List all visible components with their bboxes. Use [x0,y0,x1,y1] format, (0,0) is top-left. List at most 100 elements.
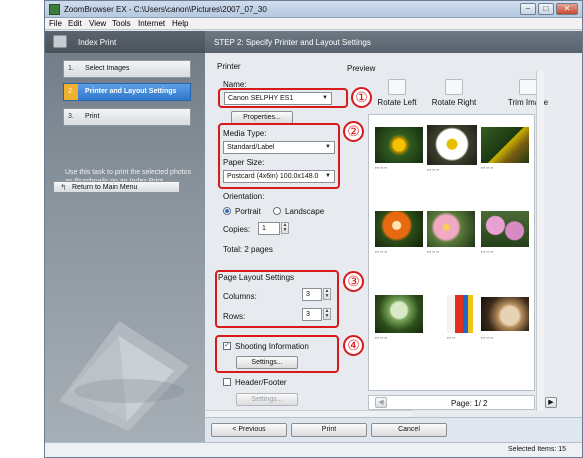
copies-label: Copies: [223,225,251,234]
chevron-down-icon: ▼ [325,144,331,150]
landscape-radio[interactable] [273,207,281,215]
header-footer-settings-button[interactable]: Settings... [236,393,298,406]
thumbnail-caption: ▪▪▪ ▪▪ ▪▪ [427,167,440,172]
thumbnail-image[interactable] [447,295,473,333]
rows-stepper[interactable]: ▲ ▼ [323,308,331,320]
rotate-left-button[interactable]: Rotate Left [377,79,417,107]
step-header: STEP 2: Specify Printer and Layout Setti… [205,31,582,53]
rows-input[interactable]: 3 [302,308,322,321]
envelope-printer-art [59,321,189,431]
rotate-right-button[interactable]: Rotate Right [429,79,479,107]
preview-section-label: Preview [347,64,376,73]
page-layout-section-label: Page Layout Settings [218,273,295,282]
thumbnail-image[interactable] [481,127,529,163]
rotate-right-label: Rotate Right [431,98,477,107]
thumbnail-image[interactable] [375,127,423,163]
rotate-right-icon [445,79,463,95]
page-navigator: ◀ Page: 1/ 2 ▶ [368,395,557,410]
maximize-button[interactable]: □ [538,3,554,15]
cancel-button[interactable]: Cancel [371,423,447,437]
page-indicator: Page: 1/ 2 [451,399,488,408]
app-window: ZoomBrowser EX - C:\Users\canon\Pictures… [44,0,583,458]
annotation-box-1 [218,88,348,108]
landscape-label: Landscape [285,207,325,216]
menu-bar: File Edit View Tools Internet Help [45,18,582,30]
return-arrow-icon: ↰ [60,183,67,192]
copies-input[interactable]: 1 [258,222,280,235]
step-select-images[interactable]: 1. Select Images [63,60,191,78]
step-print[interactable]: 3. Print [63,108,191,126]
task-panel: Index Print 1. Select Images 2. Printer … [45,31,205,457]
copies-stepper[interactable]: ▲ ▼ [281,222,289,234]
return-to-main-menu-button[interactable]: ↰ Return to Main Menu [53,181,180,193]
task-title: Index Print [78,38,117,47]
menu-file[interactable]: File [49,19,62,28]
paper-size-label: Paper Size: [223,158,265,167]
trim-image-icon [519,79,537,95]
media-type-select[interactable]: Standard/Label ▼ [223,141,335,154]
menu-view[interactable]: View [89,19,106,28]
menu-help[interactable]: Help [172,19,188,28]
close-button[interactable]: ✕ [556,3,578,15]
thumbnail-image[interactable] [427,125,477,165]
total-pages-text: Total: 2 pages [223,245,273,254]
thumbnail-caption: ▪▪▪ ▪▪ ▪▪ [375,335,388,340]
header-footer-checkbox[interactable] [223,378,231,386]
thumbnail-image[interactable] [481,211,529,247]
horizontal-scrollbar[interactable] [205,410,412,417]
app-icon [49,4,60,15]
step-label: Printer and Layout Settings [85,88,177,95]
thumbnail-caption: ▪▪▪ ▪▪ ▪▪ [481,335,494,340]
thumbnail-caption: ▪▪▪ ▪▪ ▪▪ [427,249,440,254]
shooting-info-checkbox[interactable]: ✓ [223,342,231,350]
portrait-radio[interactable] [223,207,231,215]
menu-internet[interactable]: Internet [138,19,165,28]
previous-page-button[interactable]: ◀ [375,397,387,408]
print-button[interactable]: Print [291,423,367,437]
step-printer-layout[interactable]: 2. Printer and Layout Settings [63,83,191,101]
media-type-value: Standard/Label [227,144,275,151]
preview-page: ▪▪▪ ▪▪ ▪▪ ▪▪▪ ▪▪ ▪▪ ▪▪▪ ▪▪ ▪▪ ▪▪▪ ▪▪ ▪▪ … [368,114,535,391]
previous-button[interactable]: < Previous [211,423,287,437]
thumbnail-caption: ▪▪▪ ▪▪ ▪▪ [481,249,494,254]
paper-size-value: Postcard (4x6in) 100.0x148.0 [227,173,319,180]
thumbnail-caption: ▪▪▪ ▪▪ [447,335,456,340]
thumbnail-caption: ▪▪▪ ▪▪ ▪▪ [375,249,388,254]
step-number: 1. [68,65,74,72]
menu-edit[interactable]: Edit [68,19,82,28]
annotation-marker-4: ④ [343,335,364,356]
vertical-scrollbar[interactable] [536,71,544,411]
selected-items-status: Selected Items: 15 [508,446,566,453]
thumbnail-image[interactable] [427,211,475,247]
rows-label: Rows: [223,312,246,321]
shooting-info-label: Shooting Information [235,342,309,351]
thumbnail-image[interactable] [375,295,423,333]
bottom-bar: < Previous Print Cancel [205,417,582,441]
annotation-marker-1: ① [351,87,372,108]
shooting-settings-button[interactable]: Settings... [236,356,298,369]
step-number: 2. [64,84,78,100]
paper-size-select[interactable]: Postcard (4x6in) 100.0x148.0 ▼ [223,170,335,183]
trim-image-button[interactable]: Trim Image [505,79,551,107]
thumbnail-image[interactable] [481,297,529,331]
chevron-down-icon: ▼ [323,171,331,182]
thumbnail-image[interactable] [375,211,423,247]
title-bar: ZoomBrowser EX - C:\Users\canon\Pictures… [45,1,582,18]
orientation-label: Orientation: [223,192,265,201]
task-panel-header: Index Print [45,31,205,53]
status-bar: Selected Items: 15 [45,442,582,457]
menu-tools[interactable]: Tools [112,19,131,28]
step-label: Print [85,113,100,120]
step-title: STEP 2: Specify Printer and Layout Setti… [214,38,371,47]
minimize-button[interactable]: – [520,3,536,15]
window-title: ZoomBrowser EX - C:\Users\canon\Pictures… [64,5,267,14]
return-label: Return to Main Menu [72,184,138,191]
columns-stepper[interactable]: ▲ ▼ [323,288,331,300]
annotation-marker-2: ② [343,121,364,142]
next-page-button[interactable]: ▶ [545,397,557,408]
rotate-left-icon [388,79,406,95]
columns-input[interactable]: 3 [302,288,322,301]
annotation-marker-3: ③ [343,271,364,292]
media-type-label: Media Type: [223,129,267,138]
thumbnail-caption: ▪▪▪ ▪▪ ▪▪ [375,165,388,170]
